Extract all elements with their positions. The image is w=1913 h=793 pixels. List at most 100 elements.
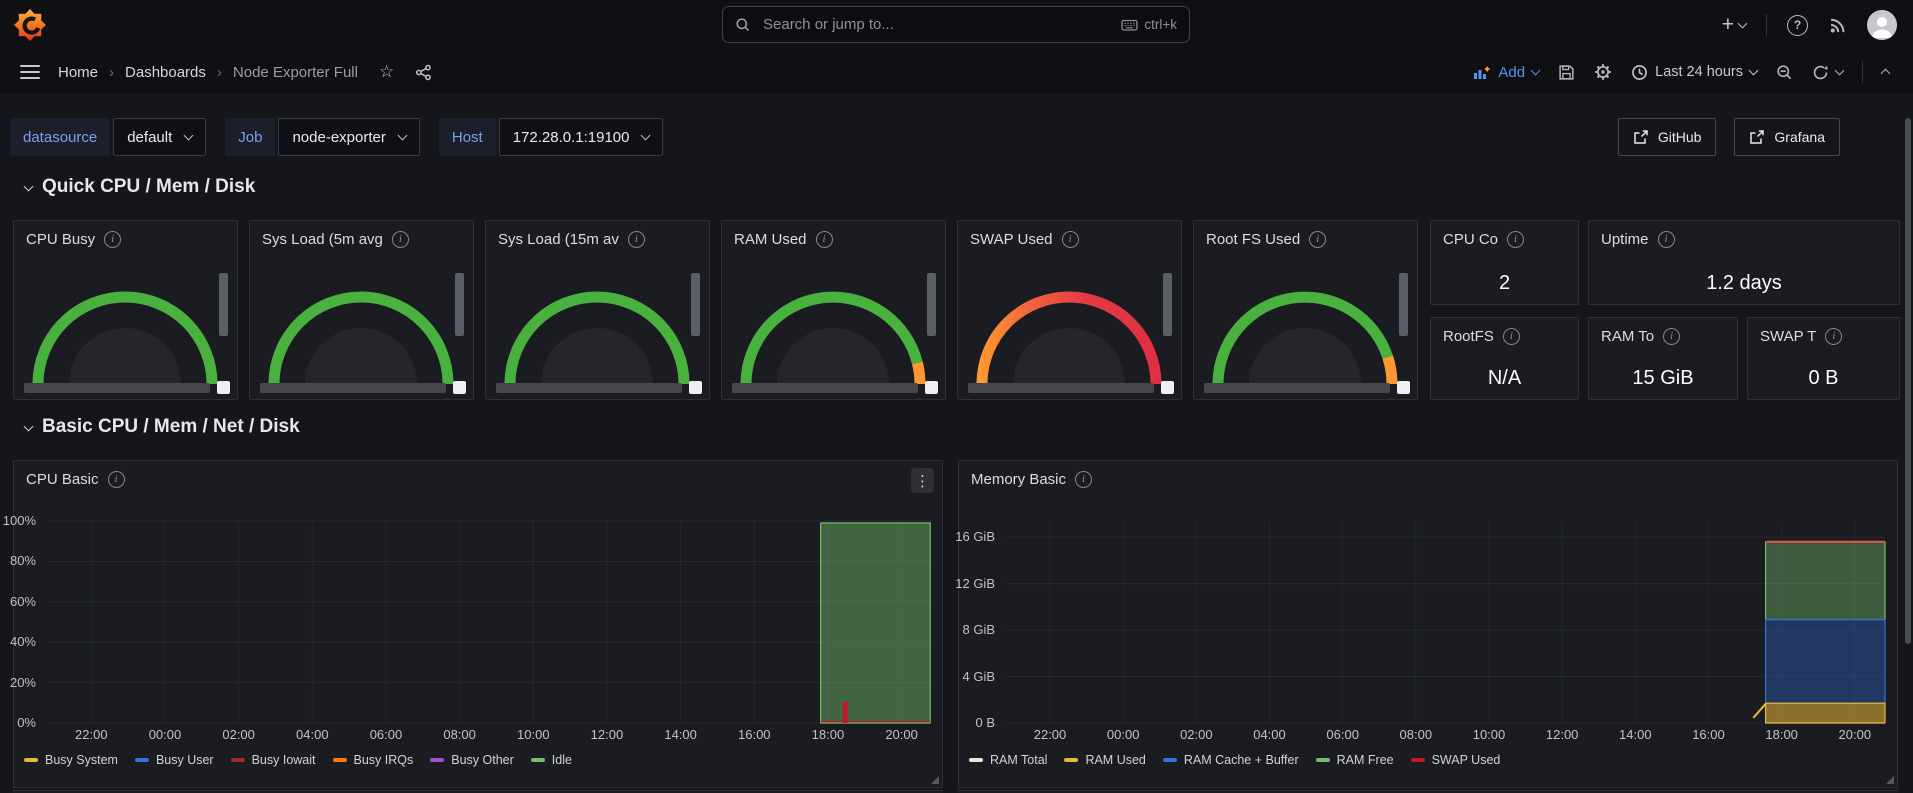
panel-vscrollbar[interactable] [219,273,228,336]
link-button-github[interactable]: GitHub [1618,118,1717,156]
info-icon[interactable]: i [104,231,121,248]
panel-vscrollbar[interactable] [691,273,700,336]
variable-value-job[interactable]: node-exporter [278,118,419,156]
info-icon[interactable]: i [108,471,125,488]
zoom-out-button[interactable] [1776,64,1793,81]
info-icon[interactable]: i [1658,231,1675,248]
user-avatar[interactable] [1867,10,1897,40]
legend-item-busy-other[interactable]: Busy Other [430,753,514,767]
info-icon[interactable]: i [1309,231,1326,248]
gauge-panel-cpu-busy: CPU Busyi [13,220,238,400]
gauge-arc [958,257,1183,389]
search-box[interactable]: ctrl+k [722,6,1190,43]
row-header-basic-cpu-mem-net-disk[interactable]: Basic CPU / Mem / Net / Disk [25,416,300,438]
panel-scroll-corner[interactable] [217,381,230,394]
panel-hscrollbar[interactable] [968,383,1154,393]
info-icon[interactable]: i [628,231,645,248]
legend-item-busy-system[interactable]: Busy System [24,753,118,767]
panel-vscrollbar[interactable] [1163,273,1172,336]
menu-toggle-icon[interactable] [20,65,40,79]
panel-title: Memory Basic [971,471,1066,488]
collapse-toolbar-button[interactable] [1882,67,1889,77]
favorite-star-icon[interactable]: ☆ [379,62,394,82]
legend-item-busy-iowait[interactable]: Busy Iowait [231,753,316,767]
help-button[interactable]: ? [1787,15,1808,36]
gauge-title: Sys Load (5m avg [262,231,383,248]
dashboard-settings-button[interactable] [1594,63,1612,81]
legend-item-idle[interactable]: Idle [531,753,572,767]
panel-vscrollbar[interactable] [455,273,464,336]
y-axis-tick: 20% [10,675,36,691]
info-icon[interactable]: i [1075,471,1092,488]
stat-title: CPU Co [1443,231,1498,248]
y-axis-tick: 8 GiB [962,622,995,638]
y-axis-tick: 16 GiB [955,529,995,545]
y-axis-tick: 100% [3,513,36,529]
info-icon[interactable]: i [392,231,409,248]
legend-item-ram-total[interactable]: RAM Total [969,753,1047,767]
panel-scroll-corner[interactable] [689,381,702,394]
panel-hscrollbar[interactable] [24,383,210,393]
panel-menu-button[interactable]: ⋮ [911,468,934,493]
panel-vscrollbar[interactable] [1399,273,1408,336]
link-button-grafana[interactable]: Grafana [1734,118,1840,156]
search-icon [735,17,751,33]
legend-item-busy-user[interactable]: Busy User [135,753,214,767]
info-icon[interactable]: i [1503,328,1520,345]
legend-item-busy-irqs[interactable]: Busy IRQs [333,753,414,767]
legend-item-swap-used[interactable]: SWAP Used [1411,753,1501,767]
panel-hscrollbar[interactable] [1204,383,1390,393]
variable-label-job: Job [225,118,275,156]
info-icon[interactable]: i [1825,328,1842,345]
legend-item-ram-used[interactable]: RAM Used [1064,753,1145,767]
panel-scroll-corner[interactable] [925,381,938,394]
share-icon[interactable] [415,64,432,81]
panel-scroll-corner[interactable] [1161,381,1174,394]
info-icon[interactable]: i [1663,328,1680,345]
panel-hscrollbar[interactable] [496,383,682,393]
stat-panel-ram-to: RAM Toi15 GiB [1588,317,1738,400]
panel-hscrollbar[interactable] [732,383,918,393]
grafana-logo-icon[interactable] [14,9,46,41]
panel-vscrollbar[interactable] [927,273,936,336]
info-icon[interactable]: i [816,231,833,248]
time-range-picker[interactable]: Last 24 hours [1631,64,1757,81]
x-axis-tick: 16:00 [724,727,784,743]
legend-swatch [969,758,983,762]
variable-value-datasource[interactable]: default [113,118,206,156]
panel-hscrollbar[interactable] [260,383,446,393]
panel-scroll-corner[interactable] [453,381,466,394]
legend-item-ram-free[interactable]: RAM Free [1316,753,1394,767]
panel-scroll-corner[interactable] [1397,381,1410,394]
legend-label: Busy System [45,753,118,767]
breadcrumb-home[interactable]: Home [58,64,98,81]
legend-label: SWAP Used [1432,753,1501,767]
shortcut-label: ctrl+k [1144,17,1177,32]
search-input[interactable] [761,15,1111,34]
top-nav: ctrl+k + ? [0,0,1913,51]
info-icon[interactable]: i [1062,231,1079,248]
panel-resize-handle[interactable] [1886,776,1894,784]
page-scrollbar[interactable] [1905,118,1911,644]
news-button[interactable] [1828,16,1847,35]
legend-item-ram-cache-buffer[interactable]: RAM Cache + Buffer [1163,753,1299,767]
stat-panel-uptime: Uptimei1.2 days [1588,220,1900,305]
add-panel-button[interactable]: Add [1472,64,1539,81]
variable-datasource: datasourcedefault [10,118,206,156]
save-dashboard-button[interactable] [1558,64,1575,81]
breadcrumb-dashboards[interactable]: Dashboards [125,64,206,81]
gauge-title: SWAP Used [970,231,1053,248]
row-header-quick-cpu-mem-disk[interactable]: Quick CPU / Mem / Disk [25,176,255,198]
x-axis-tick: 04:00 [1240,727,1300,743]
stat-panel-cpu-co: CPU Coi2 [1430,220,1579,305]
refresh-icon [1812,64,1829,81]
memory-basic-chart[interactable]: 16 GiB12 GiB8 GiB4 GiB0 B22:0000:0002:00… [959,501,1897,787]
info-icon[interactable]: i [1507,231,1524,248]
zoom-out-icon [1776,64,1793,81]
variable-value-host[interactable]: 172.28.0.1:19100 [499,118,664,156]
panel-resize-handle[interactable] [931,776,939,784]
refresh-button[interactable] [1812,64,1843,81]
cpu-basic-chart[interactable]: 100%80%60%40%20%0%22:0000:0002:0004:0006… [14,501,942,787]
panel-header: Memory Basic i [959,461,1897,497]
new-menu-button[interactable]: + [1722,15,1746,35]
